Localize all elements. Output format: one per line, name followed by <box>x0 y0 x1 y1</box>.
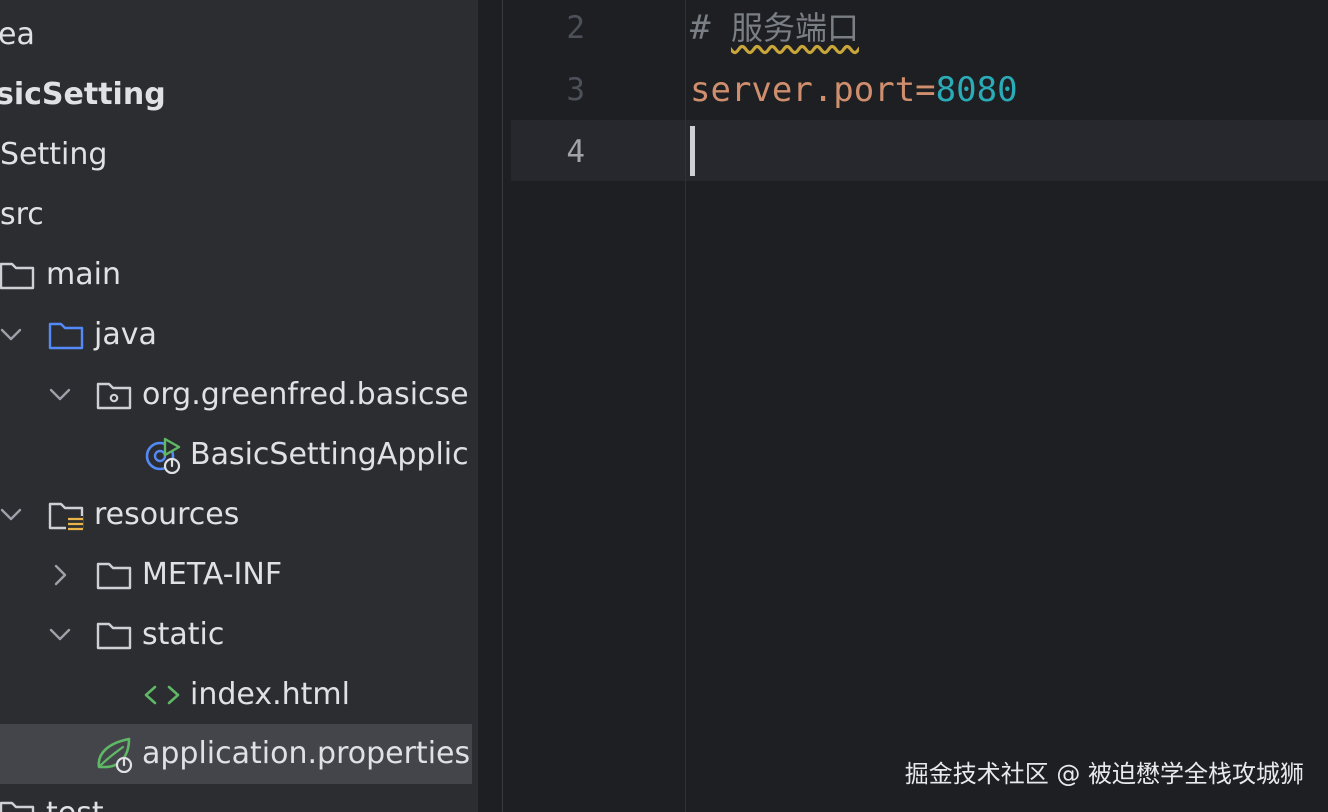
property-separator: = <box>915 70 936 110</box>
tree-item-label: META-INF <box>142 557 283 592</box>
tree-item-main[interactable]: main <box>0 245 472 305</box>
text-caret <box>690 126 695 176</box>
folder-icon <box>96 622 132 650</box>
tree-item-package[interactable]: org.greenfred.basicse <box>0 365 472 425</box>
code-line-property[interactable]: server.port=8080 <box>690 70 1018 110</box>
tree-item-label: Setting <box>0 137 108 172</box>
html-file-icon <box>144 685 180 705</box>
tree-item-label: test <box>46 797 104 812</box>
tree-item-meta-inf[interactable]: META-INF <box>0 545 472 605</box>
tree-item-label: ea <box>0 17 35 52</box>
gutter-divider <box>685 0 686 812</box>
tree-item-module-root[interactable]: sicSetting <box>0 65 472 125</box>
tree-item-index-html[interactable]: index.html <box>0 665 472 725</box>
source-folder-icon <box>48 322 84 350</box>
tree-item-label: org.greenfred.basicse <box>142 377 469 412</box>
property-value: 8080 <box>935 70 1018 110</box>
tree-item-label: static <box>142 617 225 652</box>
chevron-down-icon[interactable] <box>47 379 73 411</box>
current-line-highlight <box>511 120 1328 181</box>
tree-item-label: BasicSettingApplic <box>190 437 469 472</box>
comment-text: 服务端口 <box>730 9 859 47</box>
panel-splitter[interactable] <box>478 0 504 812</box>
tree-item-application-class[interactable]: BasicSettingApplic <box>0 425 472 485</box>
tree-item-label: sicSetting <box>0 77 166 112</box>
watermark-text: 掘金技术社区 @ 被迫懋学全栈攻城狮 <box>904 760 1304 788</box>
chevron-down-icon[interactable] <box>47 619 73 651</box>
tree-item-resources[interactable]: resources <box>0 485 472 545</box>
line-number-current: 4 <box>566 134 585 170</box>
property-key: server.port <box>690 70 916 110</box>
folder-icon <box>0 801 35 812</box>
code-editor[interactable]: 2 3 4 # 服务端口 server.port=8080 掘金技术社区 @ 被… <box>503 0 1328 812</box>
line-number: 2 <box>566 10 585 46</box>
project-tree-panel: ea sicSetting Setting src main java org.… <box>0 0 478 812</box>
spring-boot-class-icon <box>145 437 181 474</box>
package-icon <box>96 382 132 410</box>
comment-hash: # <box>690 8 711 48</box>
folder-icon <box>0 262 35 290</box>
tree-item-label: resources <box>94 497 240 532</box>
spring-properties-icon <box>97 737 133 773</box>
chevron-right-icon[interactable] <box>47 559 73 591</box>
tree-item-src[interactable]: src <box>0 185 472 245</box>
tree-item-label: application.properties <box>142 736 471 771</box>
tree-item-label: main <box>46 257 121 292</box>
tree-item-test[interactable]: test <box>0 784 472 812</box>
ide-window: ea sicSetting Setting src main java org.… <box>0 0 1328 812</box>
tree-item-idea[interactable]: ea <box>0 5 472 65</box>
chevron-down-icon[interactable] <box>0 499 24 531</box>
tree-item-java[interactable]: java <box>0 305 472 365</box>
tree-item-label: java <box>94 317 157 352</box>
code-line-comment[interactable]: # 服务端口 <box>690 8 859 48</box>
tree-item-module[interactable]: Setting <box>0 125 472 185</box>
resources-folder-icon <box>48 502 84 531</box>
line-number: 3 <box>566 72 585 108</box>
tree-item-label: index.html <box>190 677 350 712</box>
folder-icon <box>96 562 132 590</box>
tree-item-label: src <box>0 197 44 232</box>
tree-item-application-properties[interactable]: application.properties <box>0 724 472 784</box>
chevron-down-icon[interactable] <box>0 319 24 351</box>
tree-item-static[interactable]: static <box>0 605 472 665</box>
